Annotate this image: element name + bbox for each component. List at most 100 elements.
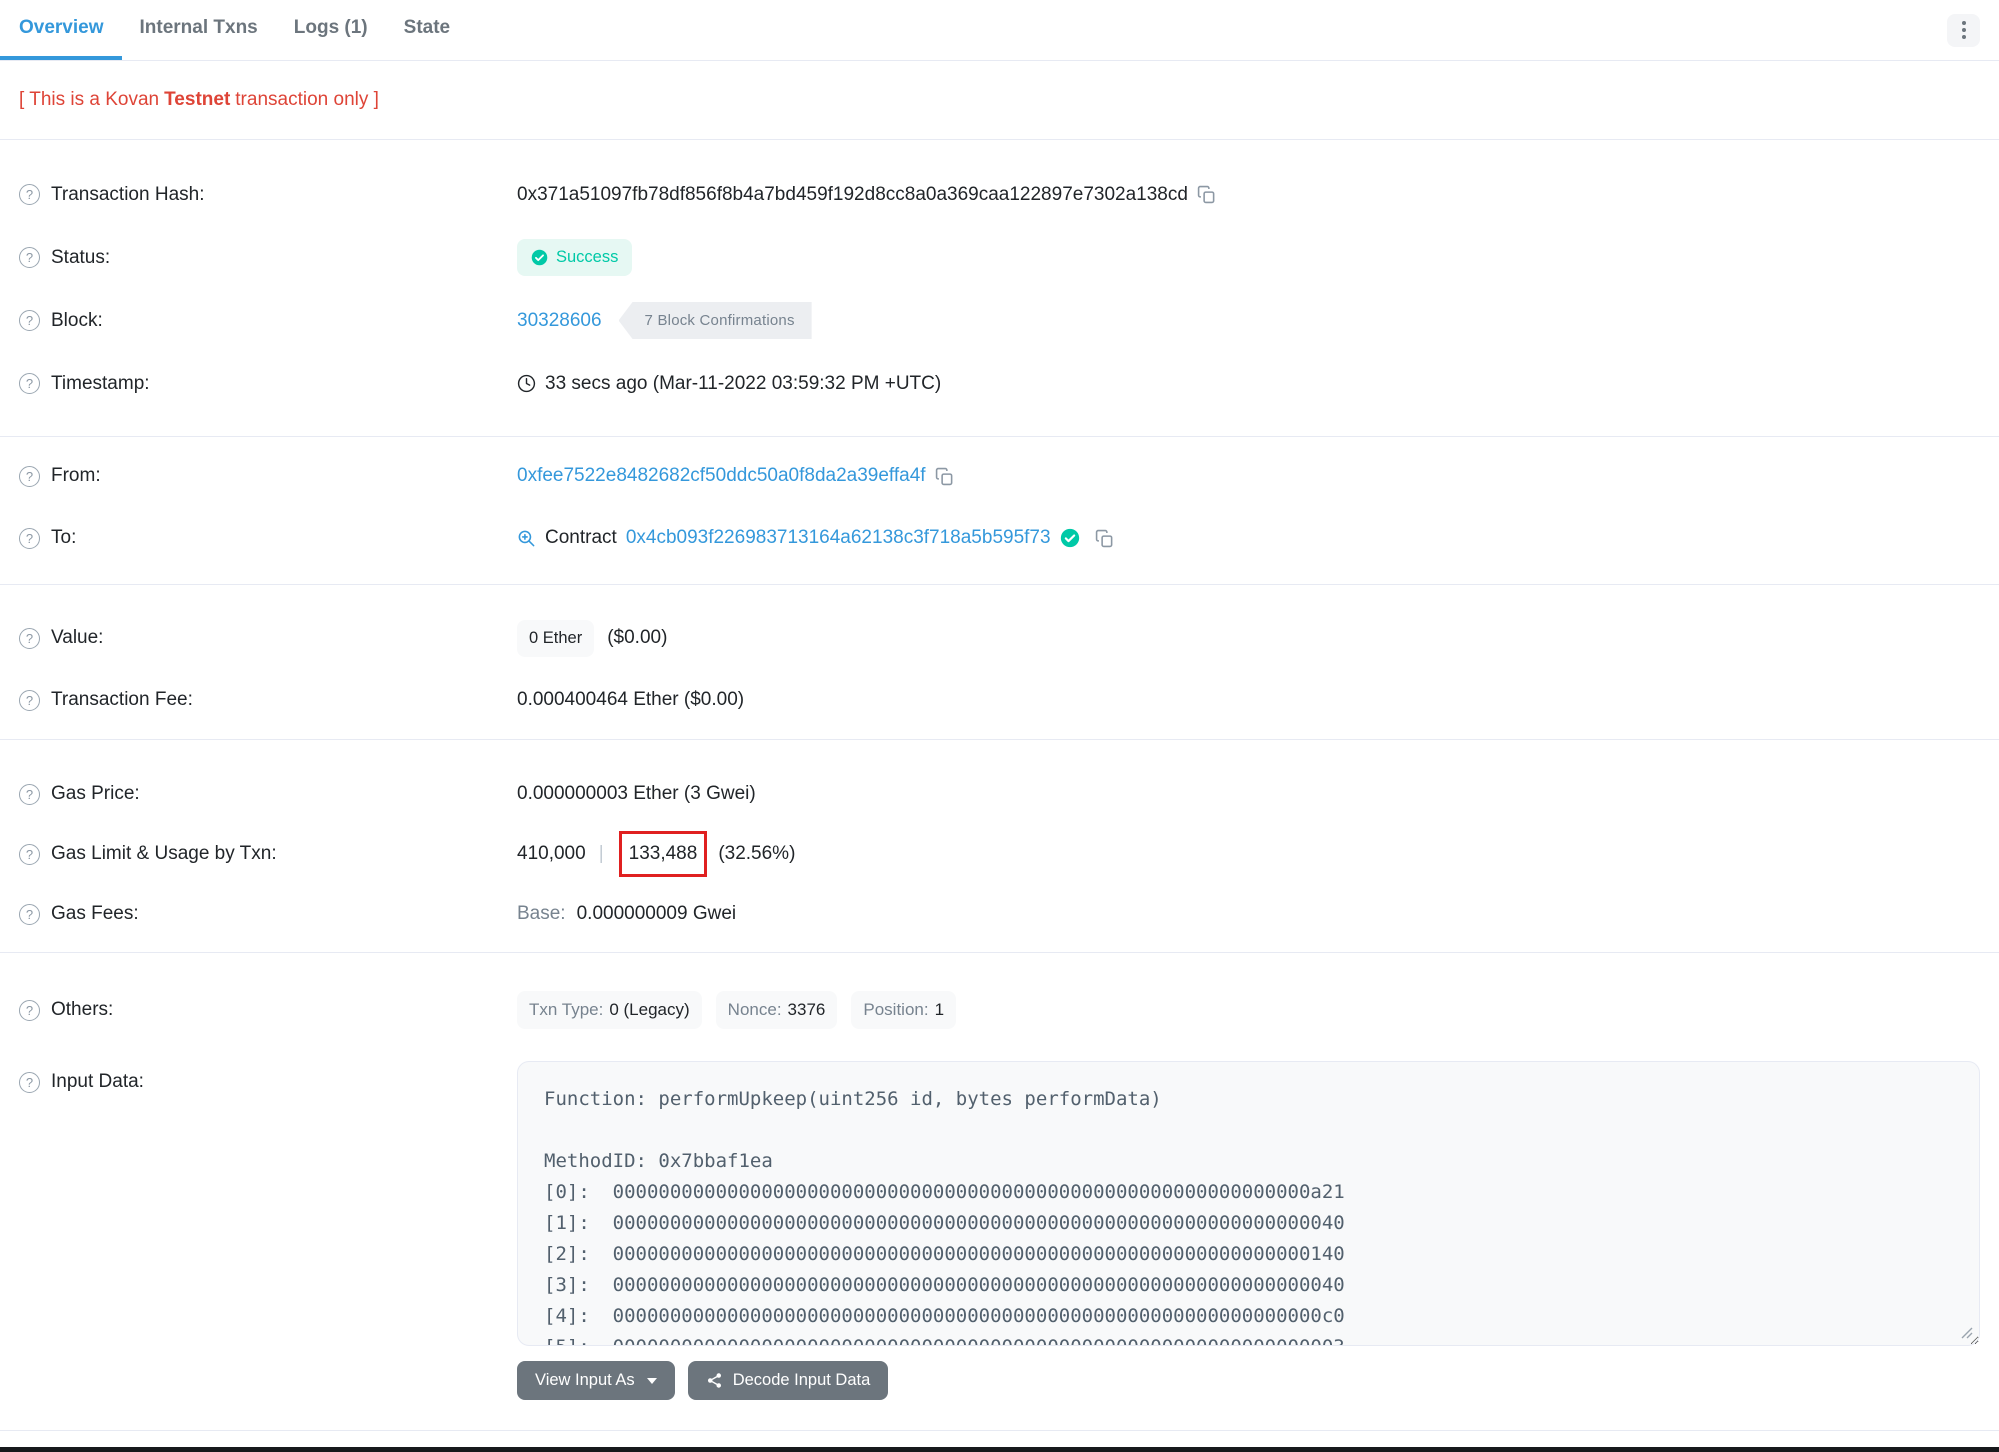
block-number-link[interactable]: 30328606: [517, 310, 602, 332]
input-function-line: Function: performUpkeep(uint256 id, byte…: [544, 1088, 1162, 1110]
help-icon[interactable]: ?: [19, 184, 40, 205]
annotation-highlight-box: 133,488: [618, 831, 708, 877]
input-data-actions: View Input As Decode Input Data: [517, 1361, 1980, 1400]
window-bottom-edge: [0, 1447, 1999, 1452]
help-icon[interactable]: ?: [19, 247, 40, 268]
help-icon[interactable]: ?: [19, 843, 40, 865]
block-confirmations-badge: 7 Block Confirmations: [618, 302, 812, 339]
copy-from-address-button[interactable]: [935, 467, 954, 486]
row-transaction-hash: ? Transaction Hash: 0x371a51097fb78df856…: [19, 163, 1980, 226]
position-chip: Position: 1: [851, 991, 957, 1029]
transaction-fee-value: 0.000400464 Ether ($0.00): [517, 689, 745, 710]
input-word-line: [4]: 00000000000000000000000000000000000…: [544, 1305, 1345, 1327]
copy-to-address-button[interactable]: [1095, 529, 1114, 548]
gas-limit-label: Gas Limit & Usage by Txn:: [51, 843, 277, 864]
copy-icon: [935, 467, 952, 485]
help-icon[interactable]: ?: [19, 999, 40, 1021]
section-others-input: ? Others: Txn Type: 0 (Legacy) Nonce: 33…: [0, 953, 1999, 1431]
decode-icon: [707, 1373, 721, 1388]
notice-prefix: [ This is a Kovan: [19, 89, 160, 110]
check-circle-icon: [531, 249, 548, 266]
row-timestamp: ? Timestamp: 33 secs ago (Mar-11-2022 03…: [19, 352, 1980, 415]
help-icon[interactable]: ?: [19, 627, 40, 649]
transaction-hash-value: 0x371a51097fb78df856f8b4a7bd459f192d8cc8…: [517, 183, 1188, 205]
txn-type-chip: Txn Type: 0 (Legacy): [517, 991, 702, 1029]
decode-input-data-button[interactable]: Decode Input Data: [687, 1361, 889, 1400]
from-address-link[interactable]: 0xfee7522e8482682cf50ddc50a0f8da2a39effa…: [517, 465, 926, 487]
copy-transaction-hash-button[interactable]: [1197, 185, 1216, 204]
view-input-as-button[interactable]: View Input As: [517, 1361, 675, 1400]
section-gas: ? Gas Price: 0.000000003 Ether (3 Gwei) …: [0, 740, 1999, 953]
status-badge: Success: [517, 239, 633, 276]
nonce-chip: Nonce: 3376: [715, 991, 838, 1029]
from-label: From:: [51, 465, 101, 486]
timestamp-value: 33 secs ago (Mar-11-2022 03:59:32 PM +UT…: [545, 372, 942, 394]
more-options-button[interactable]: [1947, 13, 1980, 47]
gas-used-percent: (32.56%): [718, 843, 796, 864]
row-from: ? From: 0xfee7522e8482682cf50ddc50a0f8da…: [19, 445, 1980, 507]
value-usd: ($0.00): [607, 627, 668, 648]
input-word-line: [0]: 00000000000000000000000000000000000…: [544, 1181, 1345, 1203]
value-label: Value:: [51, 627, 104, 648]
chevron-down-icon: [646, 1377, 657, 1384]
gas-fees-base-label: Base:: [517, 903, 566, 924]
gas-used-value: 133,488: [628, 843, 698, 864]
transaction-details-page: Overview Internal Txns Logs (1) State [ …: [0, 0, 1999, 1452]
help-icon[interactable]: ?: [19, 1071, 40, 1093]
help-icon[interactable]: ?: [19, 310, 40, 331]
copy-icon: [1095, 529, 1112, 547]
to-label: To:: [51, 527, 77, 548]
status-label: Status:: [51, 246, 111, 268]
ether-value-chip: 0 Ether: [517, 619, 595, 657]
help-icon[interactable]: ?: [19, 465, 40, 487]
transaction-hash-label: Transaction Hash:: [51, 183, 205, 205]
tab-overview[interactable]: Overview: [0, 0, 122, 60]
row-value: ? Value: 0 Ether ($0.00): [19, 607, 1980, 669]
input-methodid-line: MethodID: 0x7bbaf1ea: [544, 1150, 773, 1172]
resize-handle-icon[interactable]: [1961, 1327, 1973, 1339]
copy-icon: [1197, 185, 1215, 204]
magnifier-plus-icon[interactable]: [517, 529, 536, 548]
input-data-label: Input Data:: [51, 1071, 144, 1092]
tab-bar: Overview Internal Txns Logs (1) State: [0, 0, 1999, 61]
gas-limit-value: 410,000: [517, 843, 586, 864]
gas-fees-base-value: 0.000000009 Gwei: [576, 903, 737, 924]
row-transaction-fee: ? Transaction Fee: 0.000400464 Ether ($0…: [19, 669, 1980, 731]
row-status: ? Status: Success: [19, 226, 1980, 289]
timestamp-label: Timestamp:: [51, 372, 150, 394]
help-icon[interactable]: ?: [19, 527, 40, 549]
help-icon[interactable]: ?: [19, 689, 40, 711]
tab-logs[interactable]: Logs (1): [276, 0, 386, 60]
row-gas-price: ? Gas Price: 0.000000003 Ether (3 Gwei): [19, 764, 1980, 824]
input-word-line: [2]: 00000000000000000000000000000000000…: [544, 1243, 1345, 1265]
section-addresses: ? From: 0xfee7522e8482682cf50ddc50a0f8da…: [0, 437, 1999, 585]
input-word-line: [5]: 00000000000000000000000000000000000…: [544, 1332, 1953, 1345]
row-gas-limit-usage: ? Gas Limit & Usage by Txn: 410,000 | 13…: [19, 824, 1980, 884]
section-value-fee: ? Value: 0 Ether ($0.00) ? Transaction F…: [0, 585, 1999, 740]
notice-bold: Testnet: [164, 89, 231, 110]
input-data-textarea[interactable]: Function: performUpkeep(uint256 id, byte…: [517, 1061, 1980, 1346]
row-to: ? To: Contract 0x4cb093f226983713164a621…: [19, 507, 1980, 569]
tab-internal-txns[interactable]: Internal Txns: [122, 0, 276, 60]
tab-state[interactable]: State: [386, 0, 468, 60]
section-overview-top: ? Transaction Hash: 0x371a51097fb78df856…: [0, 140, 1999, 437]
gas-price-value: 0.000000003 Ether (3 Gwei): [517, 783, 756, 804]
row-block: ? Block: 30328606 7 Block Confirmations: [19, 289, 1980, 352]
kebab-icon: [1961, 21, 1966, 25]
row-others: ? Others: Txn Type: 0 (Legacy) Nonce: 33…: [19, 978, 1980, 1042]
gas-limit-separator: |: [598, 843, 604, 864]
tabs: Overview Internal Txns Logs (1) State: [0, 0, 468, 60]
clock-icon: [517, 374, 536, 393]
help-icon[interactable]: ?: [19, 373, 40, 394]
to-address-link[interactable]: 0x4cb093f226983713164a62138c3f718a5b595f…: [626, 527, 1051, 549]
verified-check-icon: [1060, 528, 1079, 548]
to-contract-word: Contract: [545, 527, 617, 548]
gas-price-label: Gas Price:: [51, 783, 140, 804]
others-label: Others:: [51, 999, 114, 1020]
help-icon[interactable]: ?: [19, 903, 40, 925]
help-icon[interactable]: ?: [19, 783, 40, 805]
block-label: Block:: [51, 309, 103, 331]
gas-fees-label: Gas Fees:: [51, 903, 139, 924]
input-word-line: [1]: 00000000000000000000000000000000000…: [544, 1212, 1345, 1234]
input-word-line: [3]: 00000000000000000000000000000000000…: [544, 1274, 1345, 1296]
